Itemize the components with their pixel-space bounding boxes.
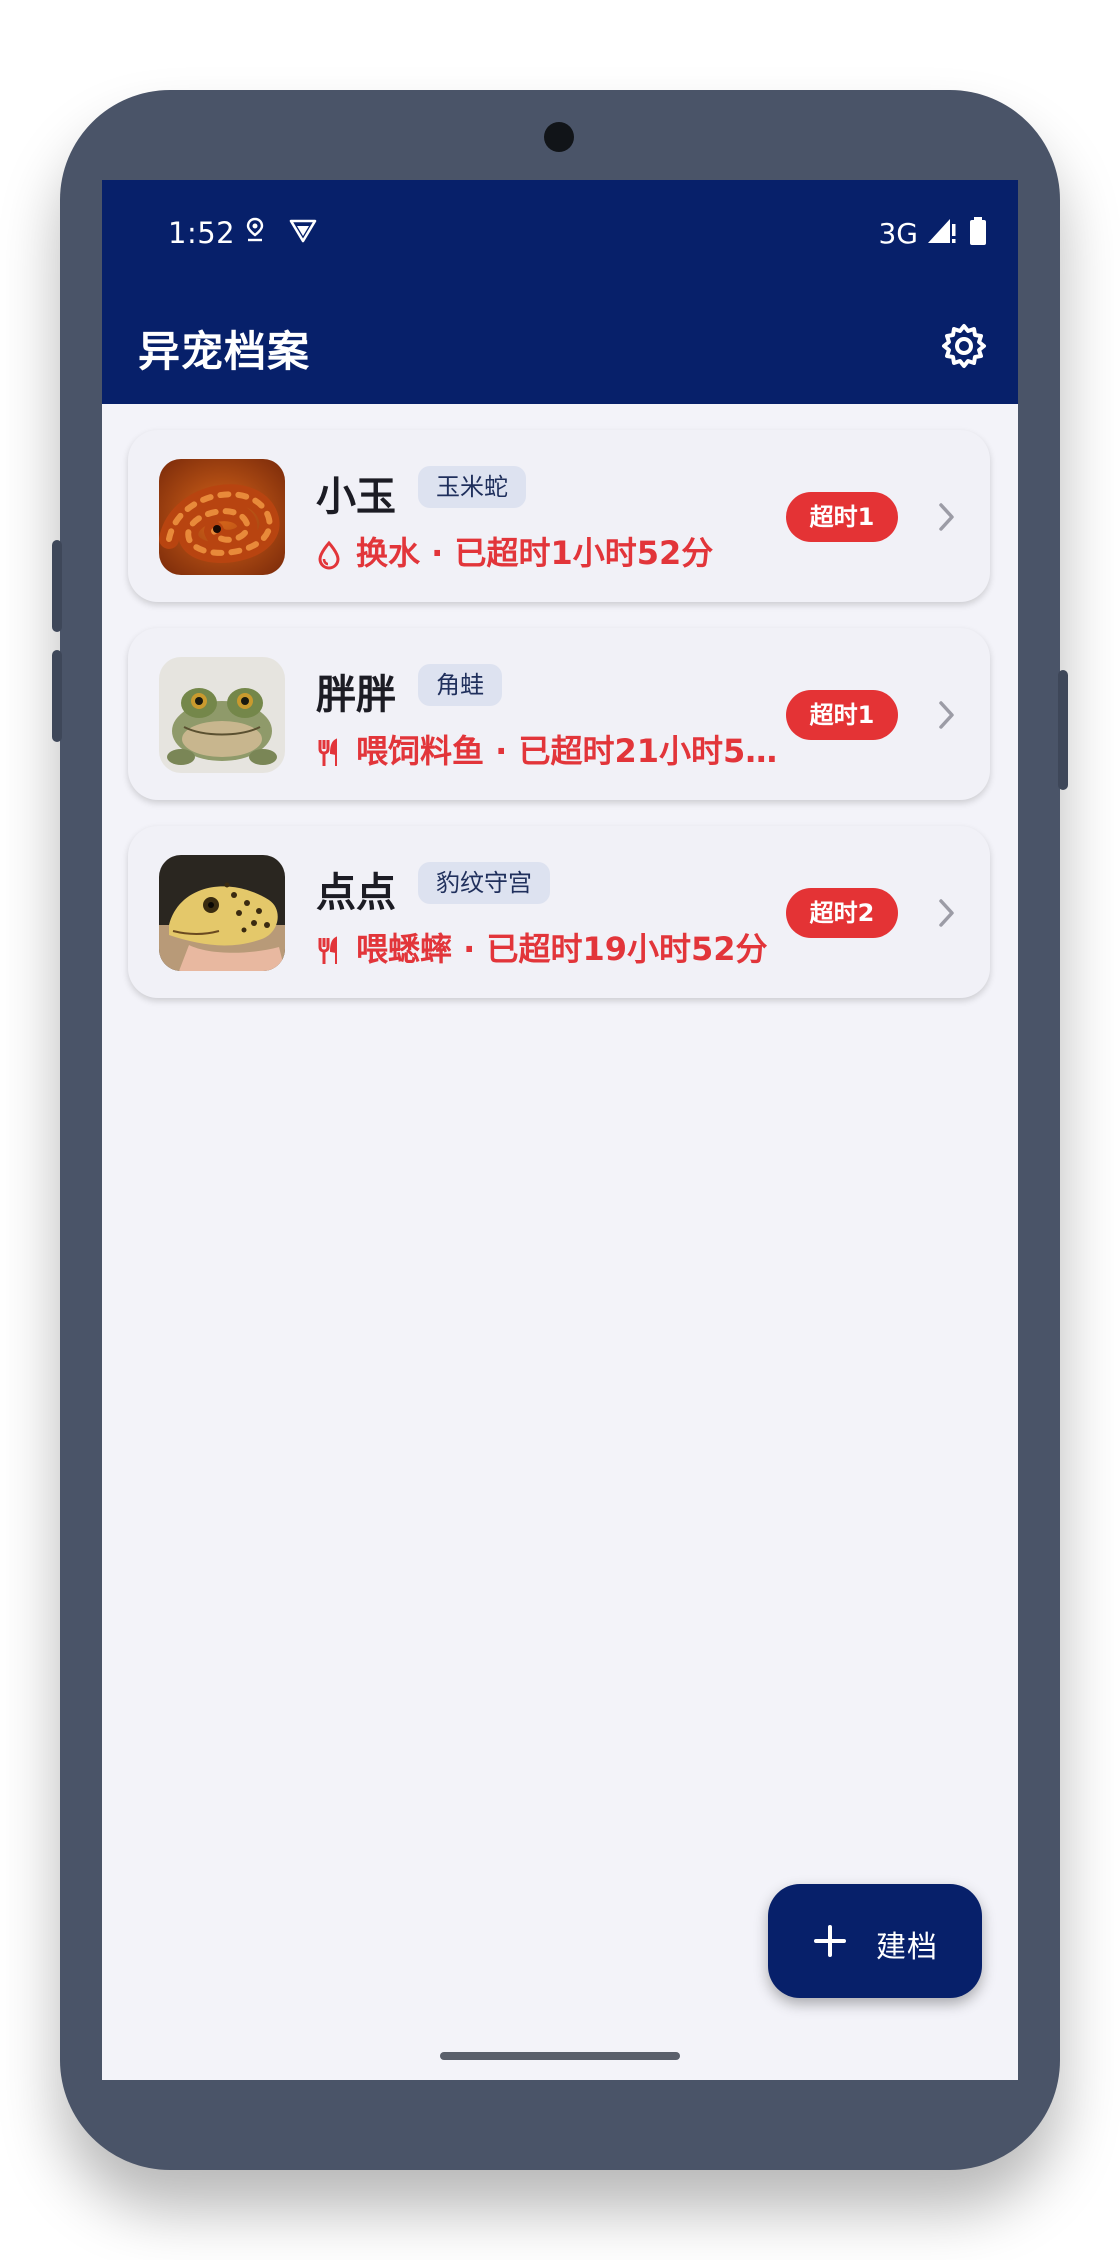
pet-card[interactable]: 小玉 玉米蛇 换水 · 已超时1小时52分 超时1: [128, 430, 990, 602]
overdue-badge: 超时1: [786, 492, 898, 542]
battery-icon: [970, 217, 986, 245]
species-tag: 豹纹守宫: [418, 862, 550, 904]
overdue-badge: 超时2: [786, 888, 898, 938]
task-status: 换水 · 已超时1小时52分: [316, 528, 786, 574]
chevron-right-icon: [939, 503, 954, 531]
pet-card[interactable]: 点点 豹纹守宫 喂蟋蟀 · 已超时19小时52分 超时2: [128, 826, 990, 998]
app-bar: 异宠档案: [102, 288, 1018, 404]
home-indicator[interactable]: [440, 2052, 680, 2060]
task-text: 喂饲料鱼 · 已超时21小时52分: [356, 732, 786, 770]
signal-icon: [928, 219, 956, 243]
vpn-shield-icon: [289, 219, 317, 243]
pet-photo-corn-snake: [159, 459, 285, 575]
species-tag: 玉米蛇: [418, 466, 526, 508]
create-profile-button[interactable]: 建档: [768, 1884, 982, 1998]
task-text: 换水 · 已超时1小时52分: [356, 534, 714, 572]
pet-name: 胖胖: [316, 672, 396, 718]
chevron-right-icon: [939, 701, 954, 729]
water-drop-icon: [318, 540, 340, 570]
page-title: 异宠档案: [138, 327, 311, 376]
status-bar: 1:52 3G: [102, 180, 1018, 288]
species-tag: 角蛙: [418, 664, 502, 706]
task-text: 喂蟋蟀 · 已超时19小时52分: [356, 930, 768, 968]
pet-name: 点点: [316, 870, 396, 916]
plus-icon: [814, 1925, 846, 1957]
fork-knife-icon: [318, 738, 337, 766]
create-profile-label: 建档: [876, 1930, 938, 1965]
volume-up-button: [52, 540, 62, 632]
pet-photo-leopard-gecko: [159, 855, 285, 971]
app-screen: 1:52 3G 异宠档案 小玉 玉米蛇 换水 · 已超时1小时52分 超时1 胖…: [102, 180, 1018, 2080]
volume-down-button: [52, 650, 62, 742]
pet-card[interactable]: 胖胖 角蛙 喂饲料鱼 · 已超时21小时52分 超时1: [128, 628, 990, 800]
chevron-right-icon: [939, 899, 954, 927]
front-camera: [544, 122, 574, 152]
network-type: 3G: [878, 217, 918, 250]
power-button: [1058, 670, 1068, 790]
status-time: 1:52: [168, 216, 236, 250]
task-status: 喂蟋蟀 · 已超时19小时52分: [316, 924, 786, 970]
task-status: 喂饲料鱼 · 已超时21小时52分: [316, 726, 786, 772]
pet-photo-horned-frog: [159, 657, 285, 773]
fork-knife-icon: [318, 936, 337, 964]
pet-name: 小玉: [316, 474, 396, 520]
overdue-badge: 超时1: [786, 690, 898, 740]
settings-gear-icon[interactable]: [940, 322, 988, 370]
location-pin-icon: [246, 217, 264, 242]
